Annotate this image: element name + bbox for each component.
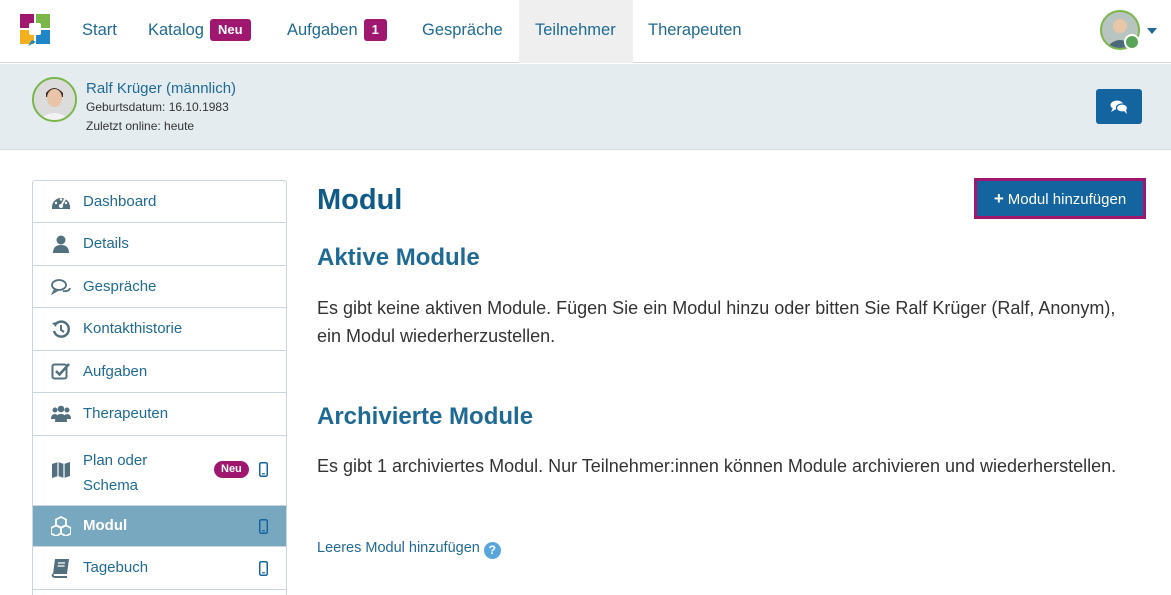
active-modules-text: Es gibt keine aktiven Module. Fügen Sie … <box>317 298 1116 346</box>
participant-last-online: Zuletzt online: heute <box>86 119 195 133</box>
map-icon <box>52 462 70 478</box>
add-module-button[interactable]: + Modul hinzufügen <box>974 178 1146 219</box>
archived-modules-heading: Archivierte Module <box>317 403 534 430</box>
sidebar-item-label: Aufgaben <box>83 363 148 380</box>
mobile-phone-icon <box>259 561 268 576</box>
nav-teilnehmer-label: Teilnehmer <box>535 21 616 39</box>
nav-gespraeche[interactable]: Gespräche <box>406 0 519 63</box>
sidebar-item-label: Kontakthistorie <box>83 320 183 337</box>
sidebar-item-label: Gespräche <box>83 278 157 295</box>
add-empty-module-label: Leeres Modul hinzufügen <box>317 540 480 556</box>
count-badge: 1 <box>363 18 387 41</box>
mobile-phone-icon <box>259 462 268 477</box>
participant-name[interactable]: Ralf Krüger (männlich) <box>86 80 236 97</box>
sidebar-item-kontakthistorie[interactable]: Kontakthistorie <box>33 308 286 351</box>
nav-teilnehmer[interactable]: Teilnehmer <box>519 0 633 63</box>
new-badge: Neu <box>214 461 249 478</box>
archived-modules-text: Es gibt 1 archiviertes Modul. Nur Teilne… <box>317 456 1117 476</box>
sidebar-item-modul[interactable]: Modul <box>33 506 286 547</box>
sidebar-item-label: Therapeuten <box>83 405 169 422</box>
mobile-phone-icon <box>259 519 268 534</box>
help-icon[interactable]: ? <box>483 542 501 559</box>
sidebar-item-label: Details <box>83 235 129 252</box>
sidebar-item-tagebuch[interactable]: Tagebuch <box>33 547 286 590</box>
nav-aufgaben[interactable]: Aufgaben 1 <box>271 0 403 63</box>
online-status-icon <box>1124 34 1140 50</box>
sidebar-item-plan-oder-schema[interactable]: Plan oder Schema Neu <box>33 436 286 506</box>
participant-photo-icon <box>34 79 75 120</box>
active-modules-heading: Aktive Module <box>317 244 480 271</box>
nav-katalog-label: Katalog <box>148 21 204 39</box>
participant-birthdate: Geburtsdatum: 16.10.1983 <box>86 100 229 114</box>
sidebar-item-label: Modul <box>83 517 128 534</box>
nav-katalog[interactable]: Katalog Neu <box>132 0 267 63</box>
page-title: Modul <box>317 184 403 216</box>
chat-icon <box>51 279 71 296</box>
participant-header: Ralf Krüger (männlich) Geburtsdatum: 16.… <box>0 64 1171 150</box>
nav-therapeuten-label: Therapeuten <box>648 21 742 39</box>
user-icon <box>53 235 69 253</box>
sidebar-item-therapeuten[interactable]: Therapeuten <box>33 393 286 436</box>
app-logo-icon[interactable] <box>20 14 50 46</box>
nav-start[interactable]: Start <box>66 0 133 63</box>
sidebar-item-details[interactable]: Details <box>33 223 286 266</box>
new-badge: Neu <box>209 18 251 41</box>
participant-sidebar: Dashboard Details Gespräche Kontakthisto… <box>32 180 287 595</box>
chat-button[interactable] <box>1096 89 1142 124</box>
cubes-icon <box>51 516 71 536</box>
sidebar-item-gespraeche[interactable]: Gespräche <box>33 266 286 308</box>
sidebar-item-label-line-2: Schema <box>83 477 139 494</box>
book-icon <box>51 559 69 578</box>
nav-aufgaben-label: Aufgaben <box>287 21 358 39</box>
sidebar-item-aufgaben[interactable]: Aufgaben <box>33 351 286 393</box>
comments-icon <box>1110 100 1129 114</box>
plus-icon: + <box>993 189 1004 208</box>
users-icon <box>51 405 71 422</box>
nav-gespraeche-label: Gespräche <box>422 21 503 39</box>
sidebar-item-label: Plan oder Schema <box>83 448 147 498</box>
nav-start-label: Start <box>82 21 117 39</box>
dashboard-icon <box>52 198 70 209</box>
caret-down-icon <box>1147 28 1157 34</box>
sidebar-item-dashboard[interactable]: Dashboard <box>33 181 286 223</box>
history-icon <box>52 320 70 338</box>
sidebar-item-label: Dashboard <box>83 193 157 210</box>
user-menu[interactable] <box>1100 10 1160 50</box>
sidebar-item-label: Tagebuch <box>83 559 149 576</box>
sidebar-item-label-line-1: Plan oder <box>83 452 148 469</box>
add-empty-module-link[interactable]: Leeres Modul hinzufügen? <box>317 540 501 559</box>
add-module-button-label: Modul hinzufügen <box>1007 191 1127 208</box>
checkbox-icon <box>51 363 70 380</box>
nav-therapeuten[interactable]: Therapeuten <box>632 0 758 63</box>
participant-avatar <box>32 77 77 122</box>
top-navbar: Start Katalog Neu Aufgaben 1 Gespräche Tei… <box>0 0 1171 63</box>
